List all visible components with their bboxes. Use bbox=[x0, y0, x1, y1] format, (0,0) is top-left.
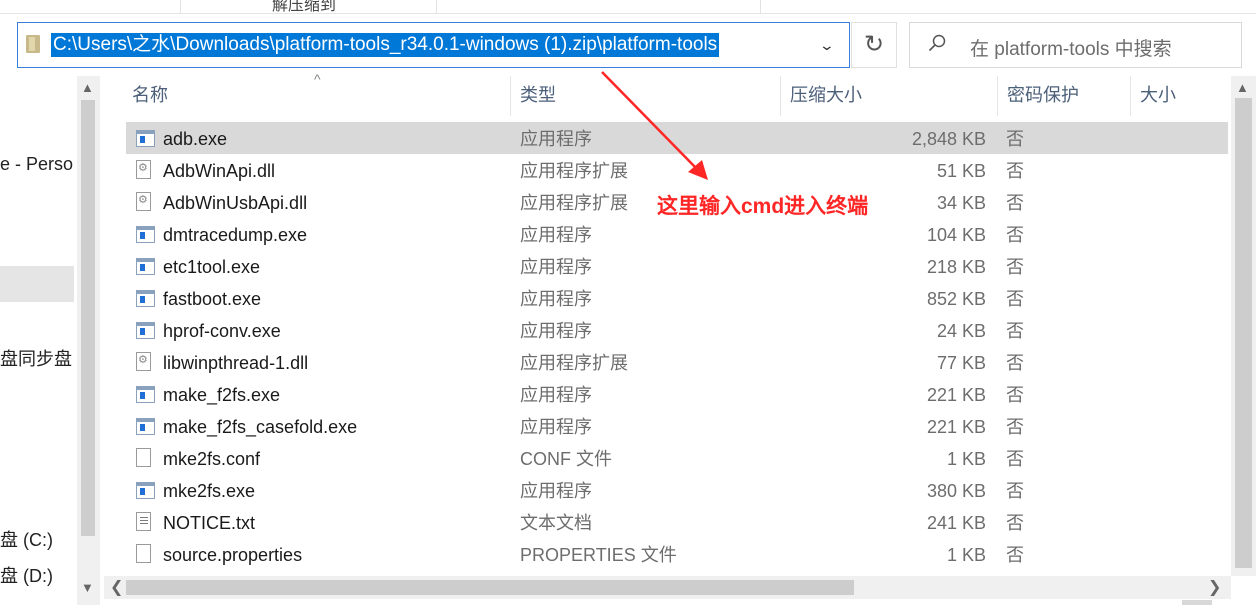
annotation-arrow bbox=[601, 71, 708, 180]
annotation-note: 这里输入cmd进入终端 bbox=[657, 195, 869, 218]
scroll-right-icon[interactable]: ❯ bbox=[1208, 577, 1221, 597]
resize-grip[interactable] bbox=[1182, 600, 1212, 605]
scroll-up-icon[interactable]: ▲ bbox=[1236, 80, 1249, 95]
vertical-scrollbar-thumb[interactable] bbox=[1235, 98, 1252, 568]
horizontal-scrollbar-thumb[interactable] bbox=[126, 580, 854, 595]
scroll-left-icon[interactable]: ❮ bbox=[110, 577, 123, 597]
